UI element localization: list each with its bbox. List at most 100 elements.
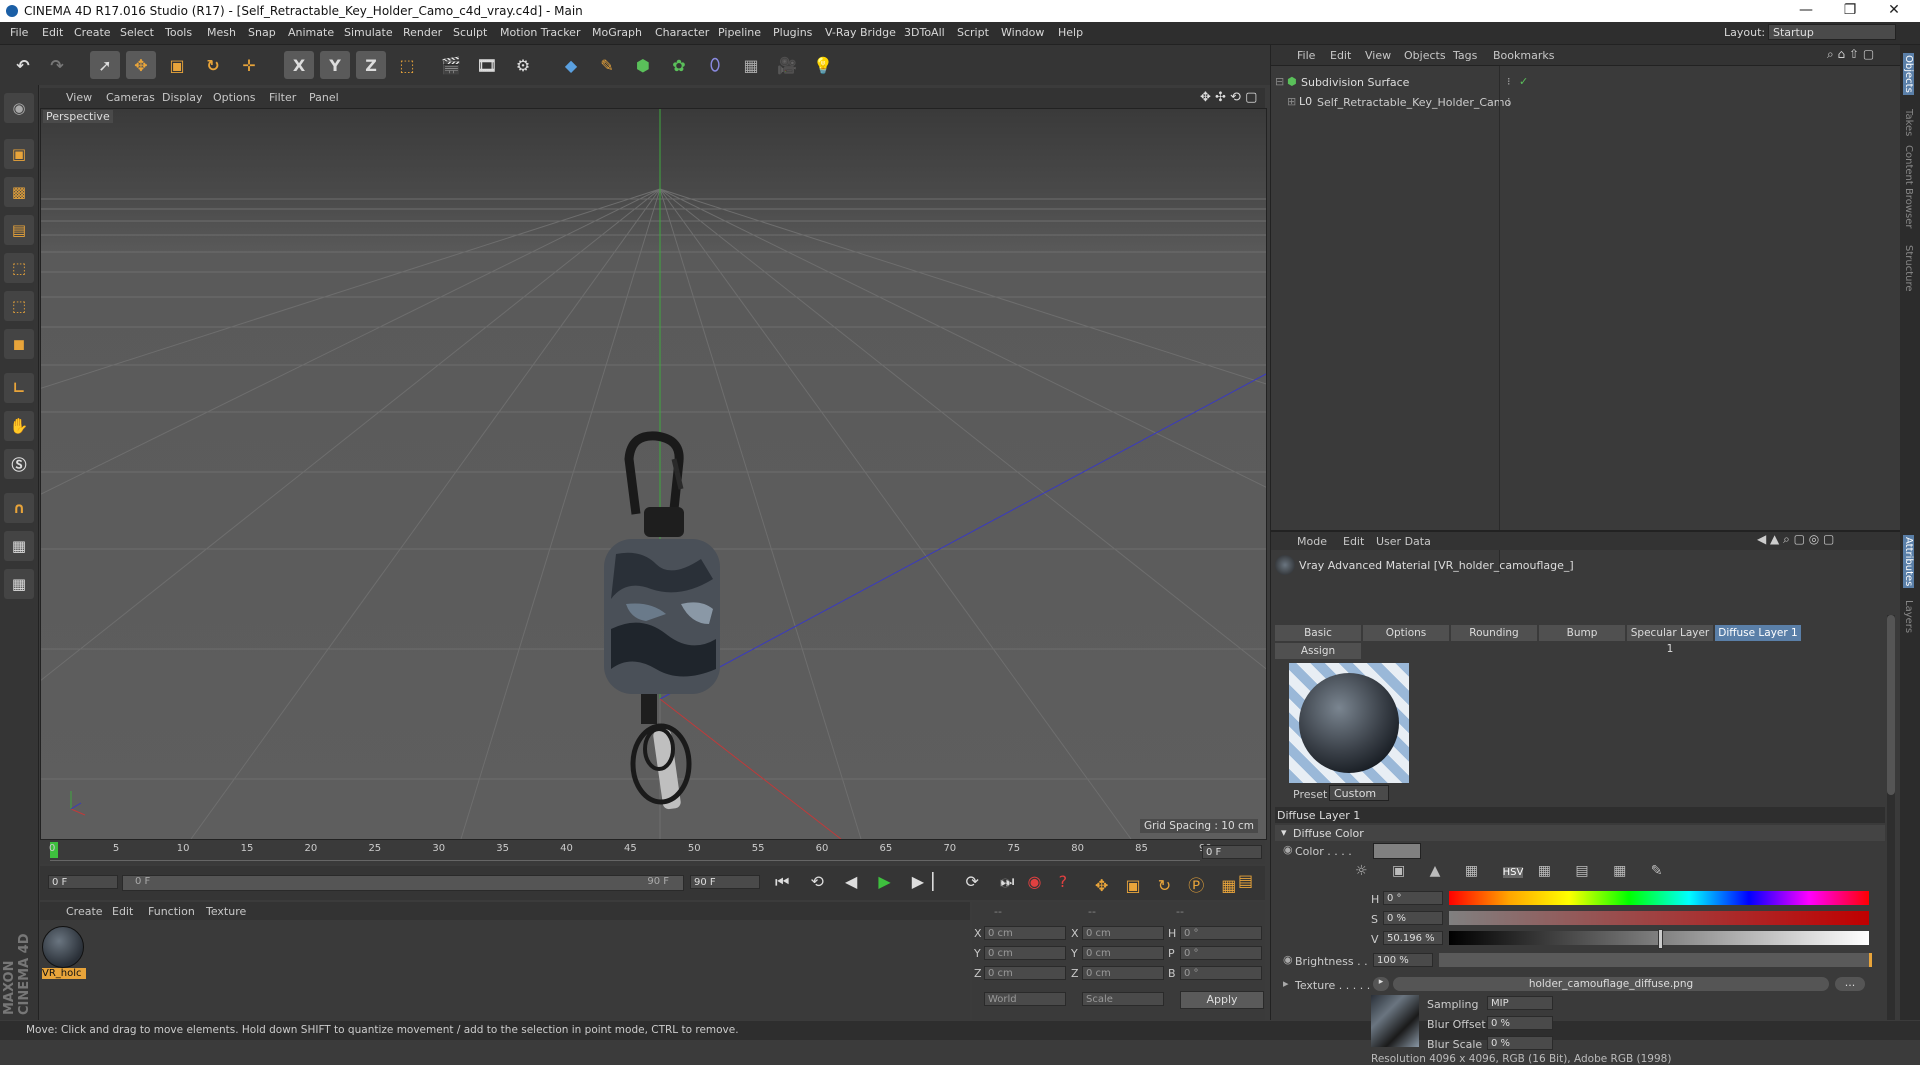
menu-sculpt[interactable]: Sculpt <box>453 26 487 39</box>
menu-pipeline[interactable]: Pipeline <box>718 26 761 39</box>
blur-scale-field[interactable]: 0 % <box>1487 1036 1553 1050</box>
frame-range-slider[interactable]: 0 F 90 F <box>122 875 684 891</box>
menu-tools[interactable]: Tools <box>165 26 192 39</box>
vp-menu-display[interactable]: Display <box>162 91 203 104</box>
coordinate-system-icon[interactable]: ⬚ <box>392 51 422 79</box>
coord-z-pos[interactable]: 0 cm <box>984 966 1066 980</box>
obj-menu-file[interactable]: File <box>1297 49 1315 62</box>
object-row-key-holder[interactable]: ⊞ L0 Self_Retractable_Key_Holder_Camo ⁝ <box>1275 95 1895 111</box>
make-editable-icon[interactable]: ◉ <box>4 93 34 123</box>
coord-p-rot[interactable]: 0 ° <box>1180 946 1262 960</box>
value-slider[interactable] <box>1449 929 1869 949</box>
vp-menu-panel[interactable]: Panel <box>309 91 339 104</box>
points-mode-icon[interactable]: ⬚ <box>4 253 34 283</box>
material-swatch[interactable]: VR_holc <box>42 926 86 979</box>
attr-menu-user-data[interactable]: User Data <box>1376 535 1431 548</box>
y-axis-toggle[interactable]: Y <box>320 51 350 79</box>
move-tool-icon[interactable]: ✥ <box>126 51 156 79</box>
mat-menu-edit[interactable]: Edit <box>112 905 133 918</box>
axis-mode-icon[interactable]: ∟ <box>4 373 34 403</box>
menu-mesh[interactable]: Mesh <box>207 26 236 39</box>
menu-plugins[interactable]: Plugins <box>773 26 812 39</box>
apply-button[interactable]: Apply <box>1180 991 1264 1009</box>
attr-scrollbar[interactable] <box>1887 615 1895 1020</box>
menu-select[interactable]: Select <box>120 26 154 39</box>
menu-mograph[interactable]: MoGraph <box>592 26 642 39</box>
start-frame-field[interactable]: 0 F <box>48 875 118 889</box>
side-tab-structure[interactable]: Structure <box>1903 245 1914 292</box>
tab-basic[interactable]: Basic <box>1275 625 1361 641</box>
collapse-icon[interactable]: ⊟ <box>1275 75 1284 88</box>
polygons-mode-icon[interactable]: ◼ <box>4 329 34 359</box>
perspective-viewport[interactable]: Perspective Grid Spacing : 10 cm <box>40 108 1267 840</box>
coord-scale-dropdown[interactable]: Scale <box>1082 992 1164 1006</box>
viewport-nav-icons[interactable]: ✥ ✣ ⟲ ▢ <box>1200 90 1257 105</box>
current-frame-field[interactable]: 0 F <box>1202 845 1262 859</box>
coord-x-pos[interactable]: 0 cm <box>984 926 1066 940</box>
edges-mode-icon[interactable]: ⬚ <box>4 291 34 321</box>
key-holder-model[interactable] <box>604 431 720 810</box>
render-picture-viewer-icon[interactable]: 🎞 <box>472 51 502 79</box>
obj-menu-objects[interactable]: Objects <box>1404 49 1446 62</box>
cloner-icon[interactable]: ✿ <box>664 51 694 79</box>
cube-object-icon[interactable]: ◆ <box>556 51 586 79</box>
menu-help[interactable]: Help <box>1058 26 1083 39</box>
coord-b-rot[interactable]: 0 ° <box>1180 966 1262 980</box>
menu-motion-tracker[interactable]: Motion Tracker <box>500 26 580 39</box>
end-frame-field[interactable]: 90 F <box>690 875 760 889</box>
obj-header-tools[interactable]: ⌕ ⌂ ⇧ ▢ <box>1827 47 1874 62</box>
obj-menu-edit[interactable]: Edit <box>1330 49 1351 62</box>
menu-script[interactable]: Script <box>957 26 989 39</box>
texture-arrow-button[interactable]: ▸ <box>1373 977 1389 991</box>
texture-thumbnail[interactable] <box>1371 995 1419 1047</box>
vp-menu-view[interactable]: View <box>66 91 92 104</box>
menu-vray-bridge[interactable]: V-Ray Bridge <box>825 26 896 39</box>
visibility-dots-icon[interactable]: ⁝ <box>1507 75 1511 88</box>
close-button[interactable]: ✕ <box>1872 2 1916 18</box>
timeline-window-icon[interactable]: ▤ <box>1238 871 1253 890</box>
texture-mode-icon[interactable]: ▩ <box>4 177 34 207</box>
menu-simulate[interactable]: Simulate <box>344 26 393 39</box>
value-slider-knob[interactable] <box>1658 929 1663 949</box>
maximize-button[interactable]: ❐ <box>1828 2 1872 18</box>
timeline-ruler[interactable]: 051015202530354045505560657075808590 0 F <box>40 840 1265 864</box>
coord-x-size[interactable]: 0 cm <box>1082 926 1164 940</box>
blur-offset-field[interactable]: 0 % <box>1487 1016 1553 1030</box>
live-selection-icon[interactable]: ➚ <box>90 51 120 79</box>
magnet-icon[interactable]: ∩ <box>4 493 34 523</box>
attr-header-tools[interactable]: ◀ ▲ ⌕ ▢ ◎ ▢ <box>1757 532 1834 547</box>
expand-icon[interactable]: ⊞ <box>1287 95 1296 108</box>
z-axis-toggle[interactable]: Z <box>356 51 386 79</box>
side-tab-layers[interactable]: Layers <box>1903 600 1914 633</box>
vp-menu-filter[interactable]: Filter <box>269 91 296 104</box>
color-anim-icon[interactable]: ◉ <box>1283 843 1293 856</box>
side-tab-objects[interactable]: Objects <box>1903 53 1914 95</box>
obj-menu-bookmarks[interactable]: Bookmarks <box>1493 49 1554 62</box>
menu-create[interactable]: Create <box>74 26 111 39</box>
record-controls[interactable]: ⦸ ◉ ? <box>1000 872 1073 892</box>
object-row-subdivision[interactable]: ⊟ ⬢ Subdivision Surface ⁝ ✓ <box>1275 75 1895 91</box>
x-axis-toggle[interactable]: X <box>284 51 314 79</box>
visibility-dots-icon[interactable]: ⁝ <box>1507 95 1511 108</box>
texture-browse-button[interactable]: ... <box>1835 977 1865 991</box>
tab-rounding[interactable]: Rounding <box>1451 625 1537 641</box>
menu-edit[interactable]: Edit <box>42 26 63 39</box>
snap-icon[interactable]: Ⓢ <box>4 449 34 479</box>
coord-z-size[interactable]: 0 cm <box>1082 966 1164 980</box>
preset-dropdown[interactable]: Custom <box>1329 785 1389 801</box>
play-icon[interactable]: ▶ <box>878 872 898 891</box>
mat-menu-texture[interactable]: Texture <box>206 905 246 918</box>
menu-animate[interactable]: Animate <box>288 26 334 39</box>
pen-spline-icon[interactable]: ✎ <box>592 51 622 79</box>
saturation-slider[interactable] <box>1449 911 1869 925</box>
tab-diffuse-layer-1[interactable]: Diffuse Layer 1 <box>1715 625 1801 641</box>
brightness-field[interactable]: 100 % <box>1373 953 1433 967</box>
layout-dropdown[interactable]: Startup <box>1768 24 1896 40</box>
coord-y-size[interactable]: 0 cm <box>1082 946 1164 960</box>
attr-menu-edit[interactable]: Edit <box>1343 535 1364 548</box>
model-mode-icon[interactable]: ▣ <box>4 139 34 169</box>
mat-menu-create[interactable]: Create <box>66 905 103 918</box>
vp-menu-options[interactable]: Options <box>213 91 255 104</box>
tab-options[interactable]: Options <box>1363 625 1449 641</box>
side-tab-attributes[interactable]: Attributes <box>1903 535 1914 589</box>
